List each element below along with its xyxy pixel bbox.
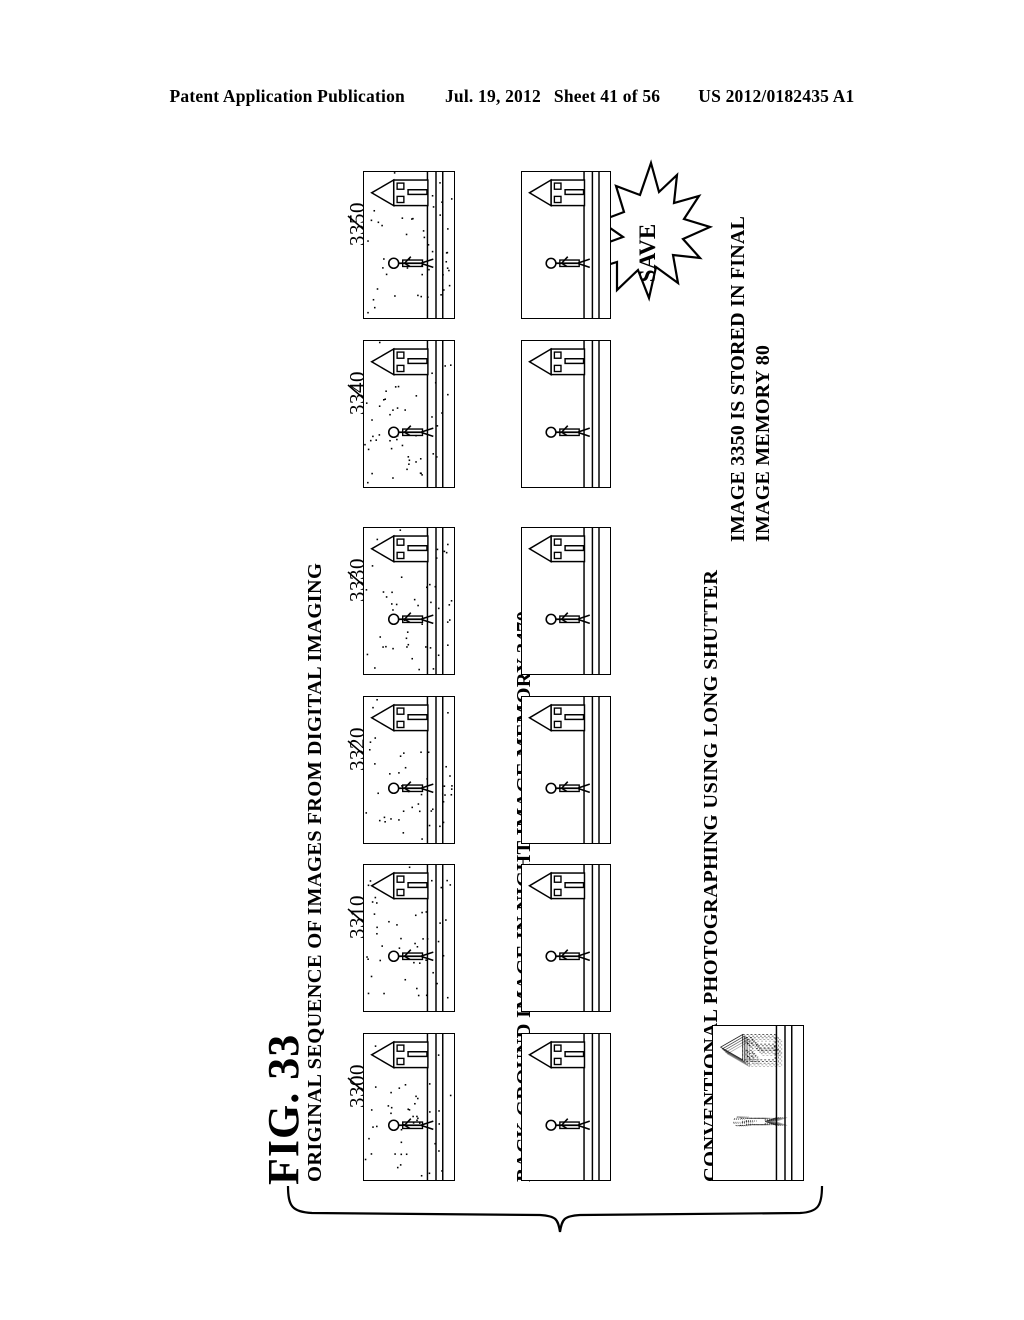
panel-background-5 (521, 340, 611, 488)
panel-background-3 (521, 696, 611, 844)
figure-vector-overlay: SAVE (286, 159, 824, 1233)
note-line-2: IMAGE MEMORY 80 (752, 344, 774, 542)
panel-background-6 (521, 171, 611, 319)
figure-brace (286, 1185, 824, 1233)
panel-background-2 (521, 864, 611, 1012)
figure-label: FIG. 33 (259, 1033, 308, 1185)
figure-33: FIG. 33 ORIGINAL SEQUENCE OF IMAGES FROM… (0, 0, 1024, 1320)
save-badge-label: SAVE (635, 224, 660, 282)
panel-background-4 (521, 527, 611, 675)
row-label-original-sequence: ORIGINAL SEQUENCE OF IMAGES FROM DIGITAL… (304, 562, 326, 1182)
panel-3330 (363, 527, 455, 675)
panel-background-1 (521, 1033, 611, 1181)
panel-3350 (363, 171, 455, 319)
panel-3340 (363, 340, 455, 488)
panel-3320 (363, 696, 455, 844)
panel-long-shutter (712, 1025, 804, 1181)
panel-3300 (363, 1033, 455, 1181)
panel-3310 (363, 864, 455, 1012)
note-line-1: IMAGE 3350 IS STORED IN FINAL (727, 215, 749, 542)
